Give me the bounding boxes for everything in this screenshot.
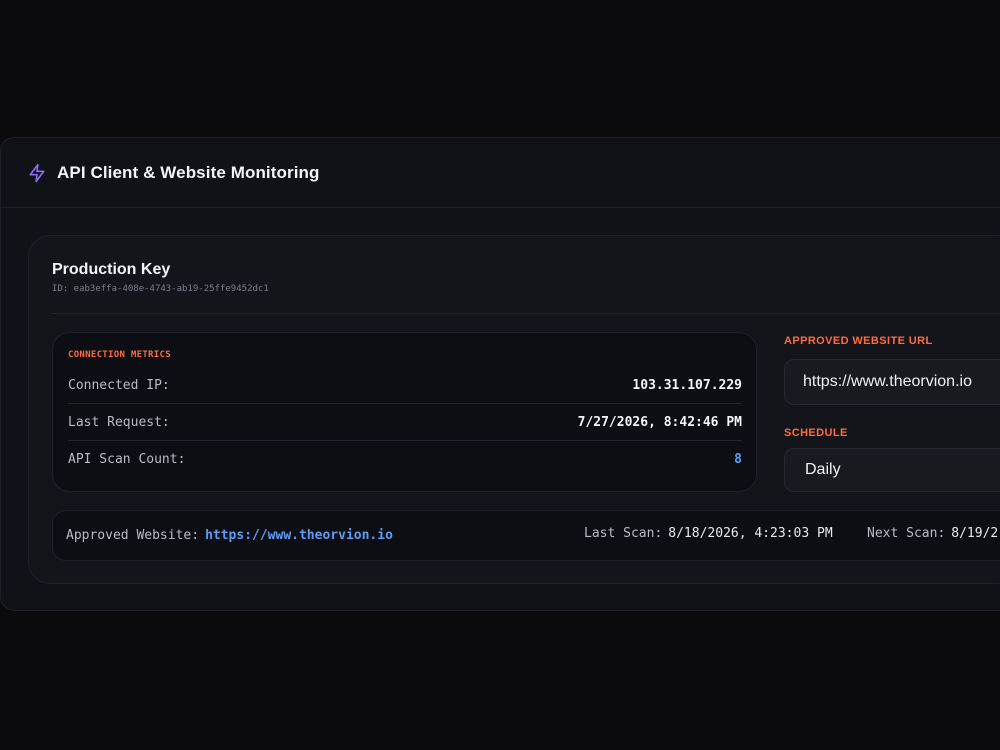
approved-url-label: APPROVED WEBSITE URL	[784, 335, 933, 347]
key-id: ID: eab3effa-408e-4743-ab19-25ffe9452dc1	[52, 284, 269, 294]
last-scan-label: Last Scan:	[584, 526, 663, 541]
metrics-title: CONNECTION METRICS	[68, 350, 171, 360]
panel-header: API Client & Website Monitoring	[1, 138, 1000, 208]
metric-row-connected-ip: Connected IP: 103.31.107.229	[68, 367, 742, 404]
metric-label: API Scan Count:	[68, 452, 186, 467]
scan-status-bar: Approved Website: https://www.theorvion.i…	[52, 510, 1000, 561]
schedule-label: SCHEDULE	[784, 427, 848, 439]
approved-website-link[interactable]: https://www.theorvion.io	[205, 528, 393, 543]
last-scan-info: Last Scan: 8/18/2026, 4:23:03 PM	[584, 526, 833, 541]
connection-metrics-panel: CONNECTION METRICS Connected IP: 103.31.…	[52, 332, 757, 492]
metric-label: Last Request:	[68, 414, 170, 430]
next-scan-value: 8/19/2	[951, 526, 999, 541]
lightning-bolt-icon	[27, 163, 47, 183]
monitoring-panel: API Client & Website Monitoring Producti…	[0, 137, 1000, 611]
card-header: Production Key ID: eab3effa-408e-4743-ab…	[52, 236, 1000, 314]
approved-website-label: Approved Website:	[66, 528, 200, 543]
metric-row-scan-count: API Scan Count: 8	[68, 441, 742, 478]
api-key-card: Production Key ID: eab3effa-408e-4743-ab…	[28, 235, 1000, 584]
metric-row-last-request: Last Request: 7/27/2026, 8:42:46 PM	[68, 404, 742, 441]
panel-title: API Client & Website Monitoring	[57, 162, 320, 182]
schedule-select[interactable]: Daily	[784, 448, 1000, 492]
approved-url-input[interactable]: https://www.theorvion.io	[784, 359, 1000, 405]
next-scan-label: Next Scan:	[867, 526, 946, 541]
metric-value: 103.31.107.229	[632, 377, 742, 393]
approved-website-info: Approved Website: https://www.theorvion.i…	[66, 528, 393, 543]
next-scan-info: Next Scan: 8/19/2	[867, 526, 998, 541]
metric-label: Connected IP:	[68, 377, 170, 393]
key-name: Production Key	[52, 261, 171, 278]
metric-value: 8	[734, 452, 742, 467]
last-scan-value: 8/18/2026, 4:23:03 PM	[668, 526, 833, 541]
metric-value: 7/27/2026, 8:42:46 PM	[577, 414, 742, 430]
